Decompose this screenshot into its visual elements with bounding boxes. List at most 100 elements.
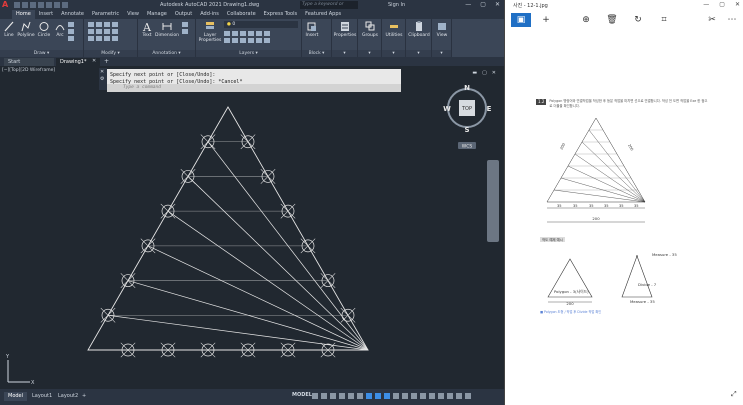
command-line-handle[interactable]: ✕ ⚙ (99, 68, 107, 90)
arc-tool[interactable]: Arc (53, 21, 67, 38)
new-tab-icon[interactable]: + (104, 58, 109, 65)
utilities-group-dropdown[interactable]: ▾ (382, 50, 405, 57)
layer-dropdown[interactable]: ● 0 (224, 21, 298, 28)
undo-icon[interactable] (54, 2, 60, 8)
viewcube[interactable]: TOP N S E W WCS (443, 84, 491, 150)
close-cmd-icon[interactable]: ✕ (100, 69, 104, 75)
new-file-icon[interactable] (14, 2, 20, 8)
layer-lock-icon[interactable] (248, 31, 254, 36)
ortho-icon[interactable] (348, 393, 354, 399)
tab-express-tools[interactable]: Express Tools (260, 10, 301, 19)
move-icon[interactable] (88, 22, 94, 27)
explode-icon[interactable] (112, 29, 118, 34)
lineweight-icon[interactable] (393, 393, 399, 399)
view-group-dropdown[interactable]: ▾ (432, 50, 451, 57)
draw-group-label[interactable]: Draw ▾ (0, 50, 83, 57)
dynamic-input-icon[interactable] (339, 393, 345, 399)
text-tool[interactable]: A Text (140, 21, 154, 38)
object-snap-icon[interactable] (384, 393, 390, 399)
layer-thaw-icon[interactable] (256, 38, 262, 43)
polyline-tool[interactable]: Polyline (17, 21, 35, 38)
layer-properties-tool[interactable]: Layer Properties (198, 21, 222, 43)
layer-freeze-icon[interactable] (240, 31, 246, 36)
utilities-tool[interactable]: Utilities (383, 21, 405, 38)
redo-icon[interactable] (62, 2, 68, 8)
offset-icon[interactable] (112, 36, 118, 41)
tab-parametric[interactable]: Parametric (88, 10, 123, 19)
stretch-icon[interactable] (88, 36, 94, 41)
properties-tool[interactable]: Properties (333, 21, 357, 38)
maximize-icon[interactable]: ▢ (480, 1, 486, 8)
workspace-gear-icon[interactable] (411, 393, 417, 399)
plot-icon[interactable] (46, 2, 52, 8)
model-space-indicator[interactable]: MODEL (292, 392, 312, 398)
sign-in-link[interactable]: Sign In (388, 2, 405, 8)
tab-manage[interactable]: Manage (143, 10, 171, 19)
layer-isolate-icon[interactable] (232, 31, 238, 36)
rotate-icon[interactable] (96, 22, 102, 27)
open-file-icon[interactable] (22, 2, 28, 8)
save-icon[interactable] (30, 2, 36, 8)
minimize-icon[interactable]: — (465, 1, 471, 8)
clipboard-group-dropdown[interactable]: ▾ (406, 50, 431, 57)
isodraft-icon[interactable] (366, 393, 372, 399)
tab-featured-apps[interactable]: Featured Apps (301, 10, 345, 19)
groups-tool[interactable]: Groups (359, 21, 381, 38)
layer-merge-icon[interactable] (232, 38, 238, 43)
insert-tool[interactable]: Insert (305, 21, 319, 38)
view-tool[interactable]: View (433, 21, 451, 38)
layer-match-icon[interactable] (256, 31, 262, 36)
gradient-icon[interactable] (68, 36, 74, 41)
tab-view[interactable]: View (123, 10, 143, 19)
fillet-icon[interactable] (104, 29, 110, 34)
customization-icon[interactable] (465, 393, 471, 399)
tab-model[interactable]: Model (4, 392, 28, 401)
block-group-label[interactable]: Block ▾ (302, 50, 331, 57)
tab-annotate[interactable]: Annotate (57, 10, 88, 19)
clipboard-tool[interactable]: Clipboard (407, 21, 431, 38)
annotation-monitor-icon[interactable] (420, 393, 426, 399)
hatch-icon[interactable] (68, 29, 74, 34)
tab-layout1[interactable]: Layout1 (28, 392, 56, 401)
compass-south[interactable]: S (464, 126, 469, 134)
close-icon[interactable]: ✕ (495, 1, 500, 8)
line-tool[interactable]: Line (2, 21, 16, 38)
circle-tool[interactable]: Circle (37, 21, 51, 38)
layer-off-icon[interactable] (224, 31, 230, 36)
autocad-logo-icon[interactable]: A (2, 0, 11, 10)
units-icon[interactable] (429, 393, 435, 399)
groups-group-dropdown[interactable]: ▾ (358, 50, 381, 57)
mirror-icon[interactable] (96, 29, 102, 34)
copy-icon[interactable] (88, 29, 94, 34)
add-layout-button[interactable]: + (78, 392, 90, 401)
modify-group-label[interactable]: Modify ▾ (84, 50, 137, 57)
layer-delete-icon[interactable] (240, 38, 246, 43)
snap-icon[interactable] (321, 393, 327, 399)
tab-collaborate[interactable]: Collaborate (223, 10, 260, 19)
layer-unlock-icon[interactable] (264, 38, 270, 43)
infer-icon[interactable] (330, 393, 336, 399)
polar-icon[interactable] (357, 393, 363, 399)
layer-previous-icon[interactable] (264, 31, 270, 36)
layers-group-label[interactable]: Layers ▾ (196, 50, 301, 57)
search-input[interactable]: Type a keyword or phrase (300, 1, 358, 15)
hardware-acceleration-icon[interactable] (438, 393, 444, 399)
tab-insert[interactable]: Insert (35, 10, 57, 19)
compass-north[interactable]: N (464, 84, 470, 92)
array-icon[interactable] (104, 36, 110, 41)
rectangle-icon[interactable] (68, 22, 74, 27)
layer-walk-icon[interactable] (224, 38, 230, 43)
annotation-group-label[interactable]: Annotation ▾ (138, 50, 195, 57)
compass-west[interactable]: W (443, 105, 451, 113)
object-snap-tracking-icon[interactable] (375, 393, 381, 399)
layer-unisolate-icon[interactable] (248, 38, 254, 43)
close-tab-icon[interactable]: ✕ (92, 58, 96, 64)
tab-output[interactable]: Output (171, 10, 196, 19)
tab-home[interactable]: Home (12, 10, 35, 19)
extend-icon[interactable] (112, 22, 118, 27)
properties-group-dropdown[interactable]: ▾ (332, 50, 357, 57)
clean-screen-icon[interactable] (456, 393, 462, 399)
tab-start[interactable]: Start (4, 58, 54, 66)
drawing-canvas[interactable]: TOP N S E W WCS Y X (0, 66, 504, 389)
table-icon[interactable] (182, 29, 188, 34)
